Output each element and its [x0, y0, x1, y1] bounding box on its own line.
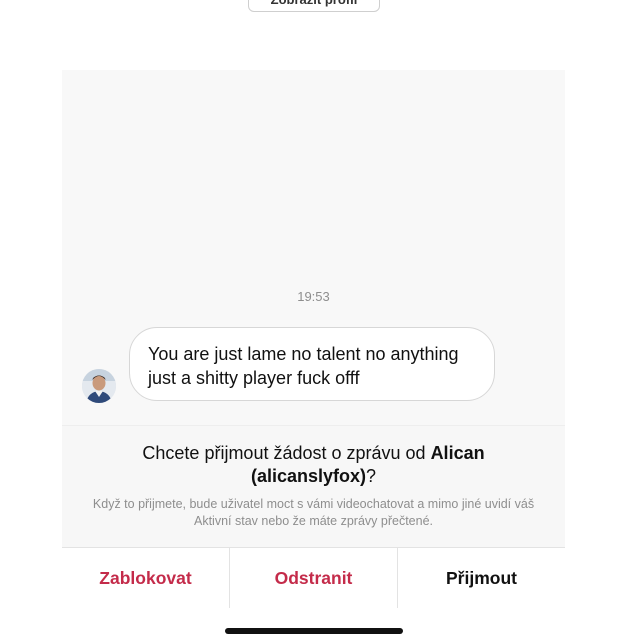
- home-indicator[interactable]: [225, 628, 403, 634]
- left-margin: [0, 70, 62, 640]
- request-sender-username: (alicanslyfox): [250, 466, 367, 486]
- avatar-icon[interactable]: [82, 369, 116, 403]
- request-description: Když to přijmete, bude uživatel moct s v…: [92, 497, 535, 528]
- chat-thread[interactable]: 19:53 You are just lame no talent no any…: [62, 70, 565, 425]
- top-strip: Zobrazit profil: [0, 0, 640, 70]
- request-actions: Zablokovat Odstranit Přijmout: [62, 547, 565, 608]
- message-line-2: just a shitty player fuck offf: [148, 368, 360, 388]
- message-bubble[interactable]: You are just lame no talent no anything …: [129, 327, 495, 401]
- request-title-suffix: ?: [366, 466, 377, 486]
- request-title: Chcete přijmout žádost o zprávu od Alica…: [62, 442, 565, 488]
- accept-button[interactable]: Přijmout: [397, 548, 565, 608]
- block-button[interactable]: Zablokovat: [62, 548, 229, 608]
- request-sender-name: Alican: [430, 443, 485, 463]
- message-line-1: You are just lame no talent no anything: [148, 344, 459, 364]
- request-title-prefix: Chcete přijmout žádost o zprávu od: [142, 443, 431, 463]
- message-timestamp: 19:53: [297, 289, 330, 304]
- avatar-icon-graphic: [82, 369, 116, 403]
- message-request-panel: Chcete přijmout žádost o zprávu od Alica…: [62, 425, 565, 548]
- view-profile-button[interactable]: Zobrazit profil: [248, 0, 380, 12]
- delete-button[interactable]: Odstranit: [229, 548, 397, 608]
- right-margin: [565, 70, 640, 640]
